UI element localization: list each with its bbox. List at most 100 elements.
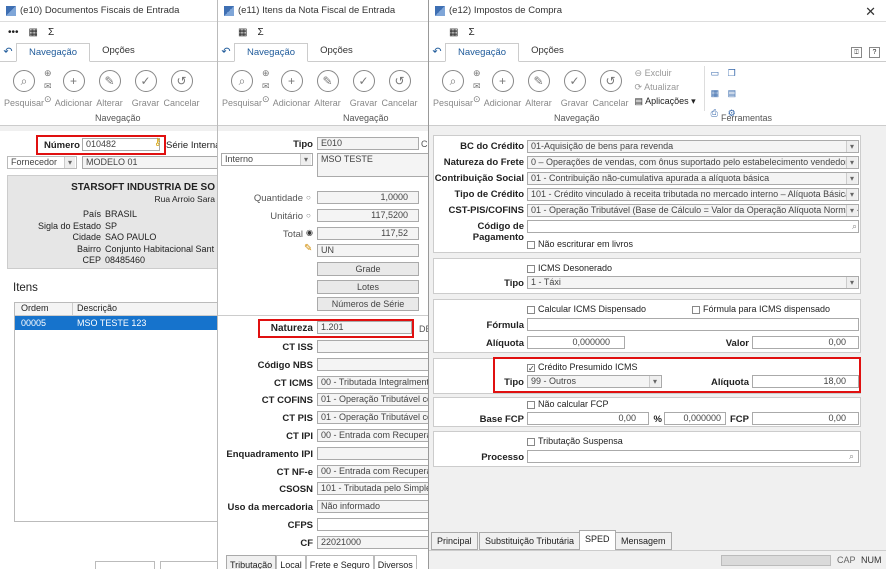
adicionar-button[interactable]: + Adicionar	[55, 66, 92, 125]
csosn-field[interactable]: 101 - Tributada pelo Simples	[317, 482, 430, 496]
tab-opcoes[interactable]: Opções	[90, 42, 147, 61]
fcp-field[interactable]: 0,00	[752, 412, 859, 425]
table-icon[interactable]: ▦	[711, 88, 725, 105]
footer-tab[interactable]	[160, 561, 218, 569]
interno-select[interactable]: Interno	[221, 153, 313, 166]
tab-local[interactable]: Local	[276, 555, 306, 569]
radio-icon[interactable]: ○	[306, 193, 311, 202]
search-icon[interactable]: ⌕	[852, 221, 857, 232]
tab-principal[interactable]: Principal	[431, 532, 478, 550]
nao-escriturar-checkbox[interactable]: Não escriturar em livros	[527, 239, 633, 249]
back-arrow-icon[interactable]: ↶	[429, 45, 445, 61]
ct-icms-field[interactable]: 00 - Tributada Integralmente	[317, 375, 430, 389]
unidade-field[interactable]: UN	[317, 244, 419, 257]
tab-opcoes[interactable]: Opções	[308, 42, 365, 61]
cfps-field[interactable]	[317, 517, 430, 531]
col-descricao[interactable]: Descrição	[73, 303, 117, 315]
checkbox[interactable]	[527, 305, 535, 314]
total-field[interactable]: 117,52	[317, 227, 419, 240]
up-arrow-icon[interactable]: ⊙	[262, 94, 270, 105]
down-arrow-icon[interactable]: ⊕	[262, 68, 270, 79]
ct-pis-field[interactable]: 01 - Operação Tributável cor	[317, 411, 430, 425]
pesquisar-button[interactable]: ⌕ Pesquisar	[433, 66, 473, 125]
formula-field[interactable]	[527, 318, 859, 331]
checkbox[interactable]	[527, 437, 535, 446]
uso-mercadoria-field[interactable]: Não informado	[317, 500, 430, 514]
sigma-icon[interactable]: Σ	[257, 27, 263, 38]
bc-credito-select[interactable]: 01-Aquisição de bens para revenda	[527, 140, 859, 153]
document-icon[interactable]: ▤	[728, 88, 742, 105]
formula-icms-checkbox[interactable]: Fórmula para ICMS dispensado	[692, 304, 830, 314]
icms-desonerado-checkbox[interactable]: ICMS Desonerado	[527, 263, 612, 273]
radio-selected-icon[interactable]: ◉	[306, 228, 313, 237]
calendar-icon[interactable]: ▦	[449, 27, 458, 38]
processo-field[interactable]	[527, 450, 859, 463]
info-icon[interactable]: ?	[869, 47, 880, 58]
tipo-credito-select[interactable]: 101 - Crédito vinculado à receita tribut…	[527, 188, 859, 201]
atualizar-button[interactable]: ⟳ Atualizar	[635, 82, 696, 93]
down-arrow-icon[interactable]: ⊕	[44, 68, 52, 79]
tab-navegacao[interactable]: Navegação	[234, 43, 309, 62]
tab-navegacao[interactable]: Navegação	[16, 43, 91, 62]
ct-nfe-field[interactable]: 00 - Entrada com Recupera	[317, 464, 430, 478]
down-arrow-icon[interactable]: ⊕	[473, 68, 481, 79]
codigo-nbs-field[interactable]	[317, 357, 430, 371]
ct-iss-field[interactable]	[317, 340, 430, 353]
mail-icon[interactable]: ✉	[262, 81, 270, 92]
comment-icon[interactable]: ▭	[711, 68, 725, 85]
sigma-icon[interactable]: Σ	[468, 27, 474, 38]
tab-diversos[interactable]: Diversos	[373, 555, 417, 569]
checkbox[interactable]	[527, 240, 535, 249]
enquadramento-ipi-field[interactable]	[317, 446, 430, 460]
radio-icon[interactable]: ○	[306, 211, 311, 220]
tributacao-suspensa-checkbox[interactable]: Tributação Suspensa	[527, 436, 623, 446]
base-fcp-field[interactable]: 0,00	[527, 412, 649, 425]
calcular-icms-checkbox[interactable]: Calcular ICMS Dispensado	[527, 304, 646, 314]
mail-icon[interactable]: ✉	[44, 81, 52, 92]
table-row[interactable]: 00005 MSO TESTE 123	[15, 316, 217, 330]
copy-icon[interactable]: ❐	[728, 68, 742, 85]
alterar-button[interactable]: ✎ Alterar	[310, 66, 346, 125]
cf-field[interactable]: 22021000	[317, 535, 430, 549]
pencil-icon[interactable]: ✎	[304, 243, 312, 254]
pesquisar-button[interactable]: ⌕ Pesquisar	[222, 66, 262, 125]
checkbox[interactable]	[692, 305, 700, 314]
interno-description[interactable]: MSO TESTE	[317, 153, 430, 177]
fornecedor-select[interactable]: Fornecedor	[7, 156, 77, 169]
checkbox[interactable]	[527, 264, 535, 273]
excluir-button[interactable]: ⊖ Excluir	[635, 68, 696, 79]
nao-calcular-fcp-checkbox[interactable]: Não calcular FCP	[527, 399, 609, 409]
tab-opcoes[interactable]: Opções	[519, 42, 576, 61]
col-ordem[interactable]: Ordem	[15, 303, 73, 315]
lotes-button[interactable]: Lotes	[317, 280, 419, 294]
grade-button[interactable]: Grade	[317, 262, 419, 276]
codigo-pagamento-field[interactable]	[527, 220, 859, 233]
footer-tab[interactable]	[95, 561, 155, 569]
tipo-field[interactable]: E010	[317, 137, 419, 150]
tab-frete-seguro[interactable]: Frete e Seguro	[305, 555, 374, 569]
adicionar-button[interactable]: + Adicionar	[273, 66, 310, 125]
cancelar-button[interactable]: ↺ Cancelar	[164, 66, 200, 125]
checkbox[interactable]	[527, 400, 535, 409]
up-arrow-icon[interactable]: ⊙	[44, 94, 52, 105]
adicionar-button[interactable]: + Adicionar	[484, 66, 521, 125]
ct-ipi-field[interactable]: 00 - Entrada com Recupera	[317, 428, 430, 442]
tab-substituicao-tributaria[interactable]: Substituição Tributária	[479, 532, 581, 550]
cst-pis-cofins-select[interactable]: 01 - Operação Tributável (Base de Cálcul…	[527, 204, 859, 217]
back-arrow-icon[interactable]: ↶	[0, 45, 16, 61]
help-icon[interactable]: ⍐	[851, 47, 862, 58]
search-icon[interactable]: ⌕	[849, 451, 854, 462]
sigma-icon[interactable]: Σ	[48, 27, 54, 38]
quantidade-field[interactable]: 1,0000	[317, 191, 419, 204]
tab-navegacao[interactable]: Navegação	[445, 43, 520, 62]
ct-cofins-field[interactable]: 01 - Operação Tributável cor	[317, 393, 430, 407]
back-arrow-icon[interactable]: ↶	[218, 45, 234, 61]
valor-field[interactable]: 0,00	[752, 336, 859, 349]
unitario-field[interactable]: 117,5200	[317, 209, 419, 222]
pesquisar-button[interactable]: ⌕ Pesquisar	[4, 66, 44, 125]
close-icon[interactable]: ✕	[865, 4, 876, 20]
tab-mensagem[interactable]: Mensagem	[615, 532, 672, 550]
tab-sped[interactable]: SPED	[579, 530, 616, 550]
alterar-button[interactable]: ✎ Alterar	[521, 66, 557, 125]
aplicacoes-button[interactable]: ▤ Aplicações ▾	[635, 96, 696, 107]
